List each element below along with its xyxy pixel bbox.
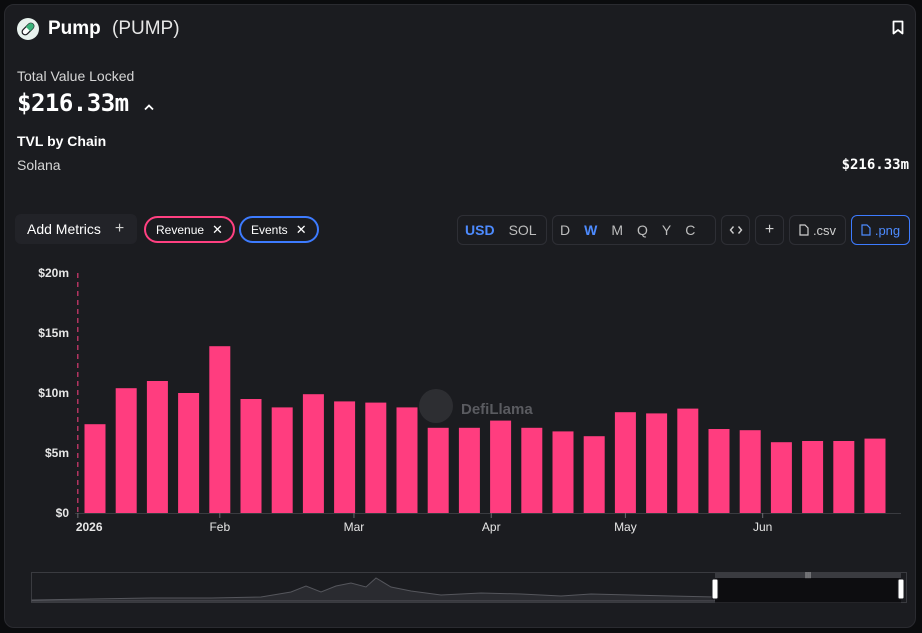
revenue-bar[interactable] [552, 431, 574, 513]
file-icon [861, 224, 871, 236]
watermark-text: DefiLlama [461, 401, 533, 418]
add-metrics-label: Add Metrics [27, 221, 101, 237]
y-tick-label: $5m [45, 446, 69, 460]
y-tick-label: $15m [38, 326, 69, 340]
revenue-bar[interactable] [646, 413, 668, 513]
currency-sol[interactable]: SOL [502, 222, 544, 238]
code-icon [729, 226, 742, 234]
revenue-bar[interactable] [458, 427, 480, 513]
revenue-bar[interactable] [334, 401, 356, 513]
file-icon [799, 224, 809, 236]
revenue-bar[interactable] [802, 441, 824, 513]
events-pill[interactable]: Events ✕ [239, 216, 319, 243]
revenue-bar[interactable] [209, 346, 231, 513]
x-tick-label: Feb [209, 520, 230, 534]
svg-text:|||: ||| [805, 572, 811, 579]
plus-icon: + [114, 220, 125, 237]
x-tick-label: Jun [753, 520, 772, 534]
chain-name: Solana [17, 157, 61, 173]
revenue-bar[interactable] [521, 427, 543, 513]
png-button[interactable]: .png [851, 215, 910, 245]
pill-icon [17, 18, 39, 40]
tvl-label: Total Value Locked [17, 68, 135, 84]
period-m[interactable]: M [604, 222, 630, 238]
chain-value: $216.33m [841, 157, 909, 173]
revenue-bar[interactable] [396, 407, 418, 513]
tvl-by-chain-title: TVL by Chain [17, 133, 107, 149]
period-y[interactable]: Y [655, 222, 678, 238]
revenue-bar[interactable] [115, 388, 137, 513]
currency-toggle: USD SOL [457, 215, 547, 245]
brush-overview-line [31, 577, 716, 602]
period-q[interactable]: Q [630, 222, 655, 238]
close-icon[interactable]: ✕ [212, 222, 223, 238]
bookmark-icon[interactable] [892, 20, 904, 40]
revenue-bar[interactable] [583, 436, 605, 513]
revenue-bar[interactable] [302, 394, 324, 513]
close-icon[interactable]: ✕ [296, 222, 307, 238]
x-tick-label: 2026 [76, 520, 103, 534]
period-toggle: D W M Q Y C [552, 215, 716, 245]
revenue-bar[interactable] [490, 420, 512, 513]
y-tick-label: $10m [38, 386, 69, 400]
add-chart-button[interactable]: + [755, 215, 784, 245]
revenue-bar[interactable] [708, 429, 730, 513]
csv-button[interactable]: .csv [789, 215, 846, 245]
chevron-up-icon[interactable] [143, 98, 155, 116]
revenue-bar[interactable] [770, 442, 792, 513]
png-label: .png [874, 222, 901, 238]
revenue-pill-label: Revenue [156, 222, 205, 237]
protocol-card: Pump (PUMP) Total Value Locked $216.33m … [4, 4, 916, 628]
revenue-bar[interactable] [614, 412, 636, 513]
revenue-bar[interactable] [864, 438, 886, 513]
protocol-ticker: (PUMP) [112, 18, 180, 39]
revenue-bar[interactable] [739, 430, 761, 513]
plus-icon: + [764, 221, 775, 238]
brush-left-handle[interactable] [711, 578, 719, 600]
events-pill-label: Events [251, 222, 288, 237]
currency-usd[interactable]: USD [458, 222, 502, 238]
csv-label: .csv [812, 222, 837, 238]
add-metrics-button[interactable]: Add Metrics + [15, 214, 137, 244]
brush-right-handle[interactable] [897, 578, 905, 600]
x-tick-label: Mar [344, 520, 365, 534]
revenue-bar[interactable] [833, 441, 855, 513]
period-w[interactable]: W [577, 222, 604, 238]
revenue-bar[interactable] [240, 399, 262, 513]
revenue-bar[interactable] [146, 381, 168, 513]
period-c[interactable]: C [678, 222, 702, 238]
tvl-value: $216.33m [17, 89, 129, 117]
revenue-bar[interactable] [84, 424, 106, 513]
revenue-bar[interactable] [427, 427, 449, 513]
embed-button[interactable] [721, 215, 750, 245]
revenue-bar[interactable] [365, 402, 387, 513]
protocol-name: Pump [48, 18, 101, 39]
revenue-bar[interactable] [271, 407, 293, 513]
revenue-bar[interactable] [677, 408, 699, 513]
defillama-watermark: DefiLlama [419, 389, 533, 423]
x-tick-label: Apr [482, 520, 501, 534]
x-tick-label: May [614, 520, 637, 534]
revenue-bar[interactable] [178, 393, 200, 513]
period-d[interactable]: D [553, 222, 577, 238]
y-tick-label: $20m [38, 266, 69, 280]
revenue-pill[interactable]: Revenue ✕ [144, 216, 235, 243]
time-range-brush[interactable]: ||| [31, 570, 907, 604]
y-tick-label: $0 [56, 506, 70, 520]
revenue-chart: DefiLlama $0 $5m $10m $15m $20m 2026 Feb Mar Apr… [38, 266, 901, 534]
